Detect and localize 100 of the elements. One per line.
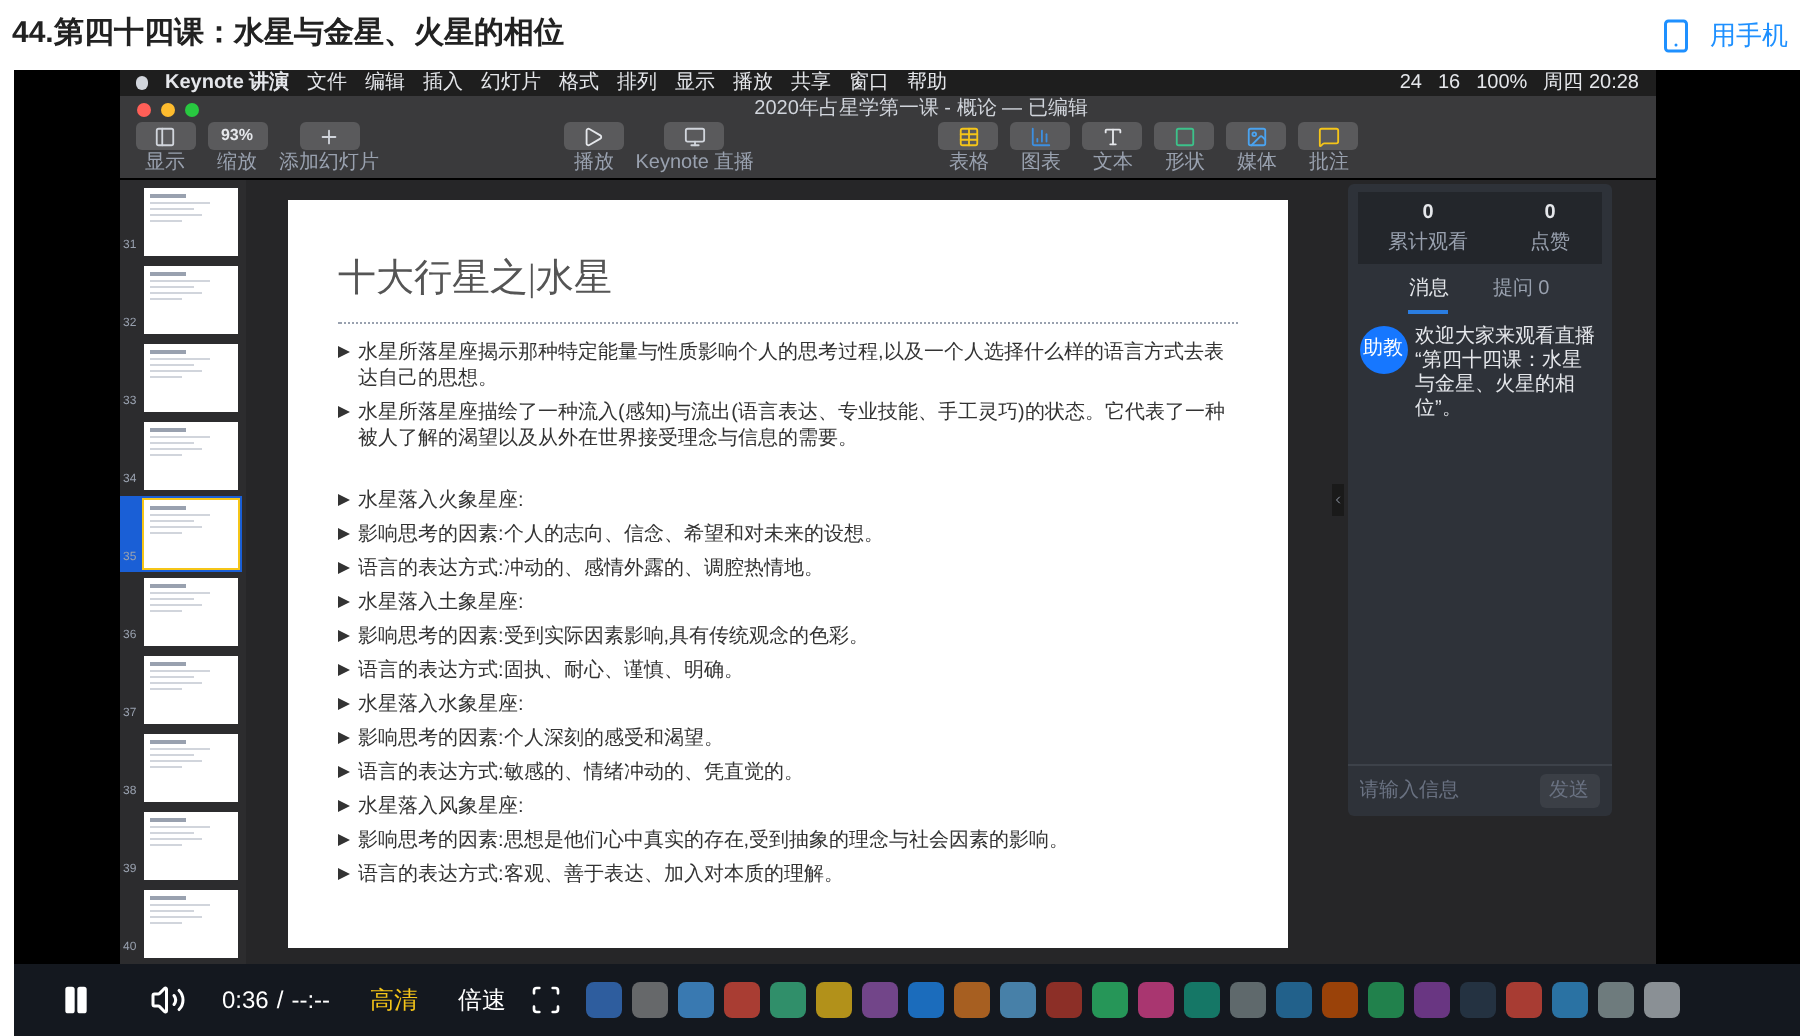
bullet-arrow-icon (338, 527, 350, 539)
slide-thumbnail[interactable] (143, 188, 237, 256)
menu-item[interactable]: 格式 (559, 71, 600, 95)
toolbar-button[interactable] (938, 122, 999, 150)
live-icon (683, 125, 706, 147)
menu-item[interactable]: 窗口 (849, 71, 890, 95)
toolbar-label: Keynote 直播 (635, 152, 755, 174)
bullet-arrow-icon (338, 561, 350, 573)
quality-button[interactable]: 高清 (370, 982, 419, 1018)
chevron-left-icon (1331, 492, 1343, 508)
menu-item[interactable]: 显示 (675, 71, 716, 95)
bullet-arrow-icon (338, 663, 350, 675)
current-time: 0:36 (222, 984, 269, 1018)
bullet-text: 影响思考的因素:个人深刻的感受和渴望。 (358, 725, 724, 751)
toolbar-button[interactable] (563, 122, 624, 150)
slide-thumbnail[interactable] (143, 266, 237, 334)
bullet-text: 影响思考的因素:受到实际因素影响,具有传统观念的色彩。 (358, 623, 870, 649)
menu-item[interactable]: 帮助 (907, 71, 948, 95)
comment-icon (1317, 125, 1340, 147)
shape-icon (1173, 125, 1196, 147)
slide-thumbnail[interactable] (143, 734, 237, 802)
toolbar-label: 显示 (145, 152, 185, 174)
toolbar-button[interactable] (664, 122, 725, 150)
menu-item[interactable]: 排列 (617, 71, 658, 95)
chat-tab[interactable]: 消息 (1408, 274, 1449, 314)
toolbar-label: 批注 (1308, 152, 1349, 174)
text-icon (1101, 125, 1124, 147)
bullet-arrow-icon (338, 629, 350, 641)
bullet-text: 水星所落星座揭示那种特定能量与性质影响个人的思考过程,以及一个人选择什么样的语言方式去表达自己的思想。 (358, 339, 1226, 391)
bullet-text: 语言的表达方式:固执、耐心、谨慎、明确。 (358, 657, 744, 683)
status-item: 周四 20:28 (1543, 71, 1639, 95)
zoom-value: 93% (220, 124, 253, 148)
chat-tab[interactable]: 提问 0 (1492, 274, 1550, 314)
stat-value: 0 (1544, 200, 1556, 228)
stat-value: 0 (1422, 200, 1434, 228)
avatar-badge: 助教 (1359, 326, 1407, 374)
toolbar-label: 播放 (573, 152, 614, 174)
stat-label: 点赞 (1530, 229, 1570, 258)
chart-icon (1029, 125, 1052, 147)
toolbar-label: 缩放 (217, 152, 257, 174)
bullet-text: 水星落入风象星座: (358, 793, 524, 819)
slide-thumbnail[interactable] (143, 890, 237, 958)
time-separator: / (276, 984, 284, 1018)
toolbar-label: 媒体 (1236, 152, 1277, 174)
menu-item[interactable]: 编辑 (365, 71, 406, 95)
bullet-text: 水星落入火象星座: (358, 487, 524, 513)
bullet-text: 语言的表达方式:客观、善于表达、加入对本质的理解。 (358, 861, 844, 887)
slide-thumbnail[interactable] (143, 578, 237, 646)
toolbar-button[interactable] (1298, 122, 1359, 150)
menu-item[interactable]: 幻灯片 (481, 71, 542, 95)
bullet-arrow-icon (338, 405, 350, 417)
slide-thumbnail[interactable] (143, 656, 237, 724)
bullet-arrow-icon (338, 765, 350, 777)
speed-button[interactable]: 倍速 (458, 982, 507, 1018)
media-icon (1245, 125, 1268, 147)
bullet-text: 影响思考的因素:思想是他们心中真实的存在,受到抽象的理念与社会因素的影响。 (358, 827, 1070, 853)
status-item: 16 (1437, 71, 1461, 95)
toolbar-button[interactable] (1226, 122, 1287, 150)
duration: --:-- (291, 984, 331, 1018)
menu-item[interactable]: 共享 (791, 71, 832, 95)
toolbar-label: 表格 (948, 152, 989, 174)
toolbar-button[interactable] (1082, 122, 1143, 150)
play-icon (582, 125, 605, 147)
menu-item[interactable]: 插入 (423, 71, 464, 95)
collapse-handle[interactable] (1331, 484, 1343, 516)
bullet-text: 语言的表达方式:敏感的、情绪冲动的、凭直觉的。 (358, 759, 804, 785)
fullscreen-icon (530, 984, 563, 1016)
page-title: 44.第四十四课：水星与金星、火星的相位 (12, 14, 564, 55)
bullet-arrow-icon (338, 697, 350, 709)
bullet-text: 水星落入水象星座: (358, 691, 524, 717)
toolbar-button[interactable]: 93% (207, 122, 267, 150)
slide-thumbnail[interactable] (143, 500, 237, 568)
slide-thumbnail[interactable] (143, 812, 237, 880)
toolbar-button[interactable] (135, 122, 195, 150)
bullet-text: 语言的表达方式:冲动的、感情外露的、调腔热情地。 (358, 555, 824, 581)
bullet-text: 影响思考的因素:个人的志向、信念、希望和对未来的设想。 (358, 521, 884, 547)
bullet-text: 水星落入土象星座: (358, 589, 524, 615)
bullet-arrow-icon (338, 867, 350, 879)
toolbar-label: 文本 (1092, 152, 1133, 174)
bullet-arrow-icon (338, 493, 350, 505)
slide-thumbnail[interactable] (143, 422, 237, 490)
slide-thumbnail[interactable] (143, 344, 237, 412)
window-title: 2020年占星学第一课 - 概论 — 已编辑 (754, 97, 1088, 121)
toolbar-button[interactable] (1154, 122, 1215, 150)
bullet-arrow-icon (338, 731, 350, 743)
table-icon (957, 125, 980, 147)
toolbar-button[interactable] (299, 122, 359, 150)
chat-message: 欢迎大家来观看直播 “第四十四课：水星与金星、火星的相位”。 (1415, 326, 1597, 422)
message-input[interactable]: 请输入信息 (1359, 776, 1519, 806)
window-controls-icon[interactable] (135, 101, 203, 117)
stat-label: 累计观看 (1388, 229, 1468, 258)
bullet-text: 水星所落星座描绘了一种流入(感知)与流出(语言表达、专业技能、手工灵巧)的状态。它代表了一种被人了解的渴望以及从外在世界接受理念与信息的需要。 (358, 399, 1227, 451)
volume-icon (150, 982, 186, 1018)
menu-item[interactable]: 文件 (307, 71, 348, 95)
toolbar-label: 添加幻灯片 (279, 152, 379, 174)
bullet-arrow-icon (338, 833, 350, 845)
menu-item[interactable]: 播放 (733, 71, 774, 95)
bullet-arrow-icon (338, 799, 350, 811)
menu-item[interactable]: Keynote 讲演 (165, 71, 290, 95)
bullet-arrow-icon (338, 595, 350, 607)
